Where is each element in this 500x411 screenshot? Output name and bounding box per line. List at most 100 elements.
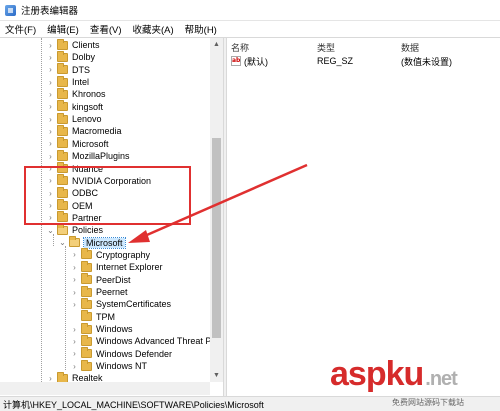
expand-right-icon[interactable]: › (70, 263, 79, 272)
menu-view[interactable]: 查看(V) (85, 22, 128, 36)
status-path: 计算机\HKEY_LOCAL_MACHINE\SOFTWARE\Policies… (3, 399, 264, 410)
folder-icon (57, 137, 68, 149)
registry-icon (5, 4, 16, 16)
expand-right-icon[interactable]: › (46, 41, 55, 50)
expand-right-icon[interactable]: › (46, 127, 55, 136)
tree-item-label: Windows (96, 324, 133, 335)
menu-favorites[interactable]: 收藏夹(A) (127, 22, 179, 36)
expand-right-icon[interactable]: › (70, 288, 79, 297)
value-data: (数值未设置) (401, 56, 452, 67)
expand-right-icon[interactable]: › (70, 275, 79, 284)
tree-item-label: DTS (72, 64, 90, 75)
folder-icon (81, 297, 92, 309)
tree-item[interactable]: › DTS (46, 63, 90, 76)
tree-item[interactable]: TPM (70, 310, 115, 323)
folder-icon (81, 334, 92, 346)
ab-string-icon: ab (231, 56, 241, 66)
folder-icon (57, 112, 68, 124)
tree-item[interactable]: › Internet Explorer (70, 260, 163, 273)
watermark-main: aspku (330, 355, 424, 393)
value-row[interactable]: ab (默认) (231, 55, 268, 67)
tree-item[interactable]: › Windows (70, 322, 133, 335)
tree-item[interactable]: › Windows Advanced Threat P (70, 334, 212, 347)
expand-right-icon[interactable]: › (70, 349, 79, 358)
watermark-suffix: .net (425, 368, 458, 390)
folder-icon (81, 248, 92, 260)
horizontal-scrollbar[interactable] (0, 382, 210, 395)
tree-item[interactable]: › Cryptography (70, 248, 151, 261)
watermark-subtitle: 免费网站源码下载站 (392, 398, 464, 407)
tree-item-label: Windows Advanced Threat P (96, 336, 212, 347)
value-name: (默认) (244, 56, 268, 67)
expand-right-icon[interactable]: › (46, 115, 55, 124)
tree-item[interactable]: › MozillaPlugins (46, 149, 130, 162)
expand-right-icon[interactable]: › (46, 53, 55, 62)
column-header-name[interactable]: 名称 (231, 41, 249, 54)
tree-item[interactable]: › Windows NT (70, 359, 147, 372)
folder-icon (81, 310, 92, 322)
expand-right-icon[interactable]: › (70, 337, 79, 346)
expand-right-icon[interactable]: › (70, 300, 79, 309)
folder-icon (57, 100, 68, 112)
window-title: 注册表编辑器 (21, 6, 79, 17)
tree-item[interactable]: › Microsoft (46, 137, 109, 150)
folder-icon (57, 87, 68, 99)
expand-right-icon[interactable]: › (46, 102, 55, 111)
tree-item[interactable]: › kingsoft (46, 100, 104, 113)
scroll-down-icon[interactable]: ▼ (210, 369, 223, 382)
tree-item[interactable]: › PeerDist (70, 273, 131, 286)
tree-item-label: kingsoft (72, 101, 104, 112)
tree-item[interactable]: ⌄ Policies (46, 223, 104, 236)
watermark-logo: aspku .net (330, 355, 458, 394)
tree-item-label: Cryptography (96, 249, 151, 260)
annotation-highlight-box (24, 166, 191, 225)
tree-item[interactable]: › Peernet (70, 285, 128, 298)
tree-item[interactable]: › SystemCertificates (70, 297, 172, 310)
column-header-data[interactable]: 数据 (401, 41, 419, 54)
folder-icon (57, 149, 68, 161)
expand-right-icon[interactable]: › (46, 65, 55, 74)
tree-item-label: Khronos (72, 89, 106, 100)
expand-right-icon[interactable]: › (46, 78, 55, 87)
folder-icon (81, 260, 92, 272)
column-header-type[interactable]: 类型 (317, 41, 335, 54)
tree-item-label: Lenovo (72, 114, 102, 125)
expand-right-icon[interactable]: › (46, 139, 55, 148)
expand-right-icon[interactable]: › (46, 152, 55, 161)
expand-down-icon[interactable]: ⌄ (46, 226, 55, 235)
menu-bar: 文件(F) 编辑(E) 查看(V) 收藏夹(A) 帮助(H) (0, 21, 500, 36)
tree-item[interactable]: › Clients (46, 38, 100, 51)
folder-icon (57, 63, 68, 75)
folder-icon (57, 124, 68, 136)
expand-right-icon[interactable]: › (70, 362, 79, 371)
tree-item-label: SystemCertificates (96, 299, 172, 310)
tree-item[interactable]: › Lenovo (46, 112, 102, 125)
expand-right-icon[interactable]: › (70, 325, 79, 334)
tree-item-label: MozillaPlugins (72, 151, 130, 162)
value-type: REG_SZ (317, 56, 354, 66)
tree-guide-line (65, 246, 66, 370)
expand-down-icon[interactable]: ⌄ (58, 238, 67, 247)
tree-item[interactable]: › Macromedia (46, 124, 122, 137)
tree-item-label: Policies (72, 225, 104, 236)
tree-item-label: Clients (72, 40, 100, 50)
folder-icon (57, 50, 68, 62)
tree-item[interactable]: › Dolby (46, 50, 95, 63)
folder-icon (57, 38, 68, 50)
tree-item[interactable]: › Intel (46, 75, 89, 88)
scroll-up-icon[interactable]: ▲ (210, 38, 223, 51)
expand-right-icon[interactable]: › (70, 250, 79, 259)
scroll-thumb[interactable] (212, 138, 221, 338)
tree-item-label: Macromedia (72, 126, 122, 137)
menu-help[interactable]: 帮助(H) (180, 22, 223, 36)
menu-file[interactable]: 文件(F) (0, 22, 42, 36)
menu-edit[interactable]: 编辑(E) (42, 22, 85, 36)
folder-icon (81, 359, 92, 371)
tree-item[interactable]: › Windows Defender (70, 347, 172, 360)
tree-item[interactable]: › Khronos (46, 87, 106, 100)
vertical-scrollbar[interactable]: ▲ ▼ (210, 38, 223, 382)
tree-item[interactable]: ⌄ Microsoft (58, 236, 126, 249)
expand-right-icon[interactable]: › (46, 90, 55, 99)
values-list: 名称 类型 数据 ab (默认) REG_SZ (数值未设置) (227, 38, 500, 396)
tree-item-label: Microsoft (72, 138, 109, 149)
